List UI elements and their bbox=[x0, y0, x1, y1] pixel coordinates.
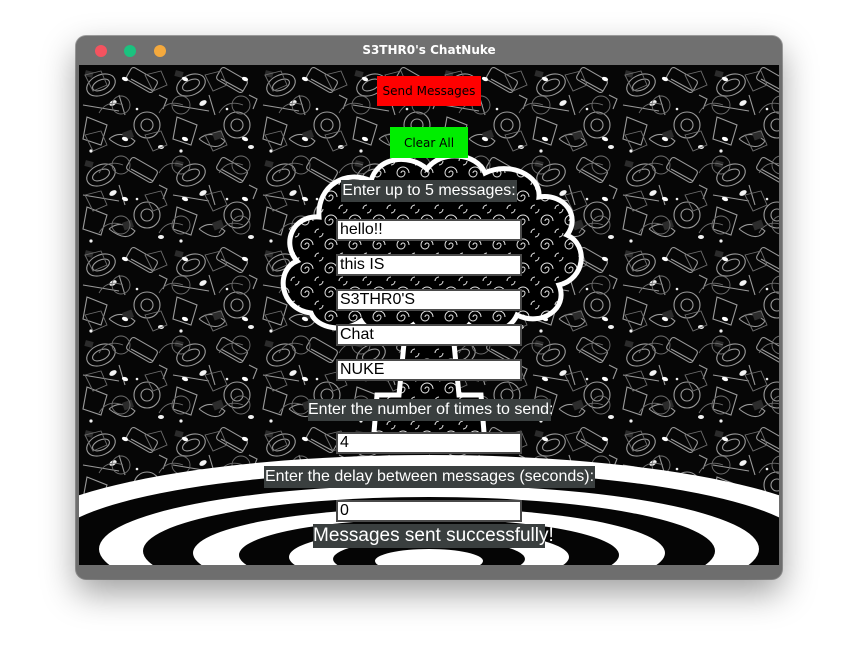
window-title: S3THR0's ChatNuke bbox=[362, 43, 496, 57]
title-bar[interactable]: S3THR0's ChatNuke bbox=[76, 36, 782, 65]
app-content: Send Messages Clear All Enter up to 5 me… bbox=[79, 65, 779, 565]
app-window: S3THR0's ChatNuke Send Messages Clear Al… bbox=[76, 36, 782, 579]
messages-label: Enter up to 5 messages: bbox=[341, 180, 517, 202]
message-input-3[interactable] bbox=[336, 289, 522, 311]
message-input-4[interactable] bbox=[336, 324, 522, 346]
message-input-2[interactable] bbox=[336, 254, 522, 276]
delay-input[interactable] bbox=[336, 500, 522, 522]
send-messages-button[interactable]: Send Messages bbox=[377, 76, 481, 106]
message-input-5[interactable] bbox=[336, 359, 522, 381]
status-message: Messages sent successfully! bbox=[313, 524, 554, 548]
times-input[interactable] bbox=[336, 432, 522, 454]
clear-all-button[interactable]: Clear All bbox=[390, 127, 468, 158]
message-input-1[interactable] bbox=[336, 219, 522, 241]
delay-label: Enter the delay between messages (second… bbox=[264, 466, 595, 488]
times-label: Enter the number of times to send: bbox=[308, 399, 553, 421]
